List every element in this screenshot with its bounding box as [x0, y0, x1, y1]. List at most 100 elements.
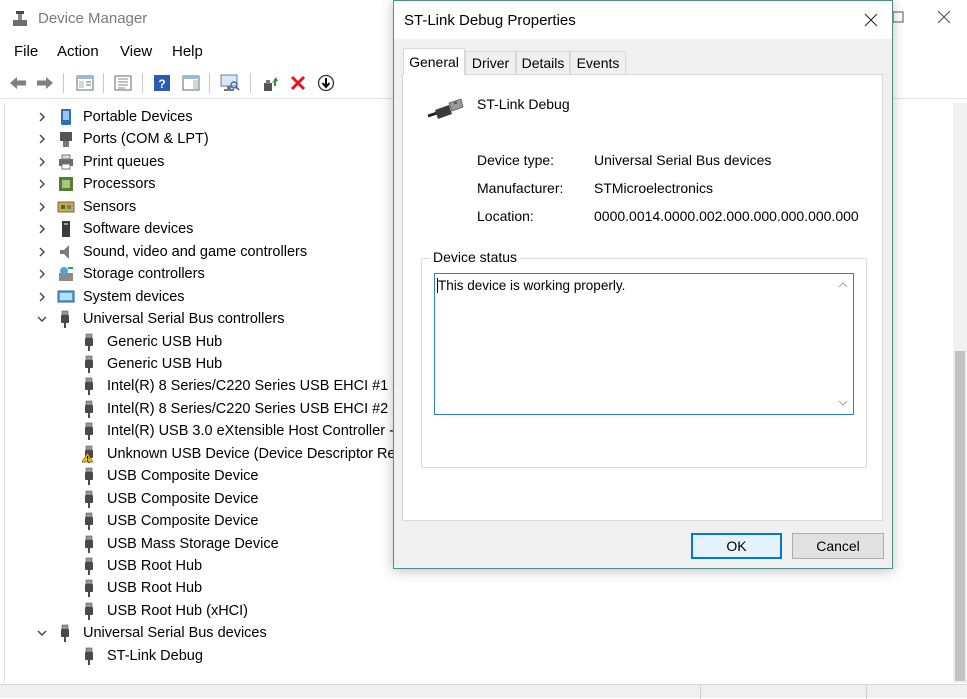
tree-device[interactable]: Generic USB Hub [5, 331, 405, 353]
tree-device[interactable]: Intel(R) 8 Series/C220 Series USB EHCI #… [5, 398, 409, 420]
menu-help[interactable]: Help [172, 43, 203, 60]
uninstall-x-icon [290, 75, 306, 91]
tree-device[interactable]: USB Mass Storage Device [5, 533, 405, 555]
tree-category[interactable]: Sound, video and game controllers [5, 241, 405, 263]
usb-plug-icon [85, 422, 93, 441]
console-tree-icon [114, 75, 132, 91]
tree-item-label: Portable Devices [83, 109, 193, 125]
tree-device[interactable]: ST-Link Debug [5, 645, 405, 667]
toolbar-separator [209, 73, 210, 93]
usb-plug-icon [85, 467, 93, 486]
printer-icon [59, 154, 73, 170]
tree-item-label: USB Root Hub [107, 580, 203, 597]
ok-button[interactable]: OK [691, 533, 782, 559]
chevron-right-icon[interactable] [36, 178, 48, 190]
tree-device[interactable]: Intel(R) USB 3.0 eXtensible Host Control… [5, 420, 405, 442]
chevron-right-icon[interactable] [36, 111, 48, 123]
help-button[interactable]: ? [151, 72, 173, 94]
uninstall-device-button[interactable] [287, 72, 309, 94]
tree-device[interactable]: Unknown USB Device (Device Descriptor Re [5, 443, 405, 465]
usb-plug-icon [85, 490, 93, 508]
scrollbar-thumb[interactable] [955, 351, 965, 681]
tree-category[interactable]: Storage controllers [5, 263, 405, 285]
show-hide-tree-button[interactable] [74, 72, 96, 94]
tree-scrollbar[interactable] [953, 103, 967, 683]
tab-driver[interactable]: Driver [465, 51, 516, 74]
tree-category[interactable]: System devices [5, 286, 405, 308]
tree-device[interactable]: USB Composite Device [5, 510, 405, 532]
action-pane-icon [182, 75, 200, 91]
tree-item-label: Intel(R) 8 Series/C220 Series USB EHCI #… [107, 378, 410, 395]
tree-device[interactable]: USB Root Hub [5, 577, 405, 599]
chevron-right-icon[interactable] [36, 201, 48, 213]
device-manager-icon [13, 11, 27, 26]
chevron-down-icon[interactable] [36, 627, 48, 639]
close-button[interactable] [921, 0, 967, 34]
properties-button[interactable] [112, 72, 134, 94]
toolbar-separator [103, 73, 104, 93]
back-button[interactable] [7, 72, 29, 94]
usb-plug-icon [61, 310, 69, 329]
properties-grid-icon [76, 75, 94, 91]
usb-plug-icon [61, 625, 69, 643]
chevron-right-icon[interactable] [36, 291, 48, 303]
tree-category[interactable]: Sensors [5, 196, 405, 218]
tree-item-label: Unknown USB Device (Device Descriptor Re [107, 445, 396, 462]
tab-events[interactable]: Events [570, 51, 626, 74]
chevron-right-icon[interactable] [36, 133, 48, 145]
scroll-up-button[interactable] [836, 278, 850, 292]
toolbar-separator [142, 73, 143, 93]
menu-view[interactable]: View [120, 43, 152, 60]
cancel-button[interactable]: Cancel [792, 533, 884, 559]
usb-plug-icon [85, 580, 93, 598]
disable-device-button[interactable] [315, 72, 337, 94]
chevron-right-icon[interactable] [36, 223, 48, 235]
help-icon: ? [154, 75, 170, 91]
device-status-label: Device status [430, 249, 521, 265]
usb-warning-icon [81, 445, 94, 463]
tree-item-label: Intel(R) USB 3.0 eXtensible Host Control… [107, 423, 394, 440]
tree-item-label: Sensors [83, 198, 137, 215]
device-status-textbox[interactable]: This device is working properly. [434, 273, 854, 415]
chevron-down-icon[interactable] [36, 313, 48, 325]
menu-action[interactable]: Action [57, 43, 99, 60]
status-bar [0, 684, 967, 699]
dialog-titlebar: ST-Link Debug Properties [394, 1, 892, 39]
tab-details[interactable]: Details [516, 51, 570, 74]
chevron-right-icon[interactable] [36, 268, 48, 280]
tree-category[interactable]: Universal Serial Bus controllers [5, 308, 405, 330]
port-icon [60, 132, 72, 148]
maximize-icon [892, 11, 904, 23]
tab-general[interactable]: General [403, 48, 465, 75]
tree-category[interactable]: Software devices [5, 218, 405, 240]
forward-arrow-icon [37, 77, 53, 89]
close-icon [864, 13, 878, 27]
update-driver-button[interactable] [259, 72, 281, 94]
tree-item-label: USB Composite Device [107, 513, 259, 530]
action-pane-button[interactable] [180, 72, 202, 94]
location-value: 0000.0014.0000.002.000.000.000.000.000 [594, 208, 859, 224]
status-separator [700, 685, 701, 699]
scroll-down-button[interactable] [836, 396, 850, 410]
chevron-down-icon [838, 400, 848, 406]
tree-device[interactable]: USB Root Hub [5, 555, 405, 577]
menu-file[interactable]: File [14, 43, 38, 60]
usb-plug-icon [85, 535, 93, 553]
tree-category[interactable]: Processors [5, 173, 405, 195]
forward-button[interactable] [34, 72, 56, 94]
tree-device[interactable]: Generic USB Hub [5, 353, 405, 375]
location-label: Location: [477, 208, 534, 224]
scan-hardware-button[interactable] [219, 72, 241, 94]
tree-device[interactable]: USB Composite Device [5, 465, 405, 487]
tree-device[interactable]: USB Composite Device [5, 488, 405, 510]
tree-device[interactable]: Intel(R) 8 Series/C220 Series USB EHCI #… [5, 375, 409, 397]
chevron-right-icon[interactable] [36, 246, 48, 258]
tree-category[interactable]: Portable Devices [5, 106, 405, 128]
tree-category[interactable]: Ports (COM & LPT) [5, 128, 405, 150]
tree-category[interactable]: Print queues [5, 151, 405, 173]
tree-device[interactable]: USB Root Hub (xHCI) [5, 600, 405, 622]
dialog-close-button[interactable] [850, 3, 892, 37]
manufacturer-label: Manufacturer: [477, 180, 564, 196]
chevron-right-icon[interactable] [36, 156, 48, 168]
tree-category[interactable]: Universal Serial Bus devices [5, 622, 405, 644]
